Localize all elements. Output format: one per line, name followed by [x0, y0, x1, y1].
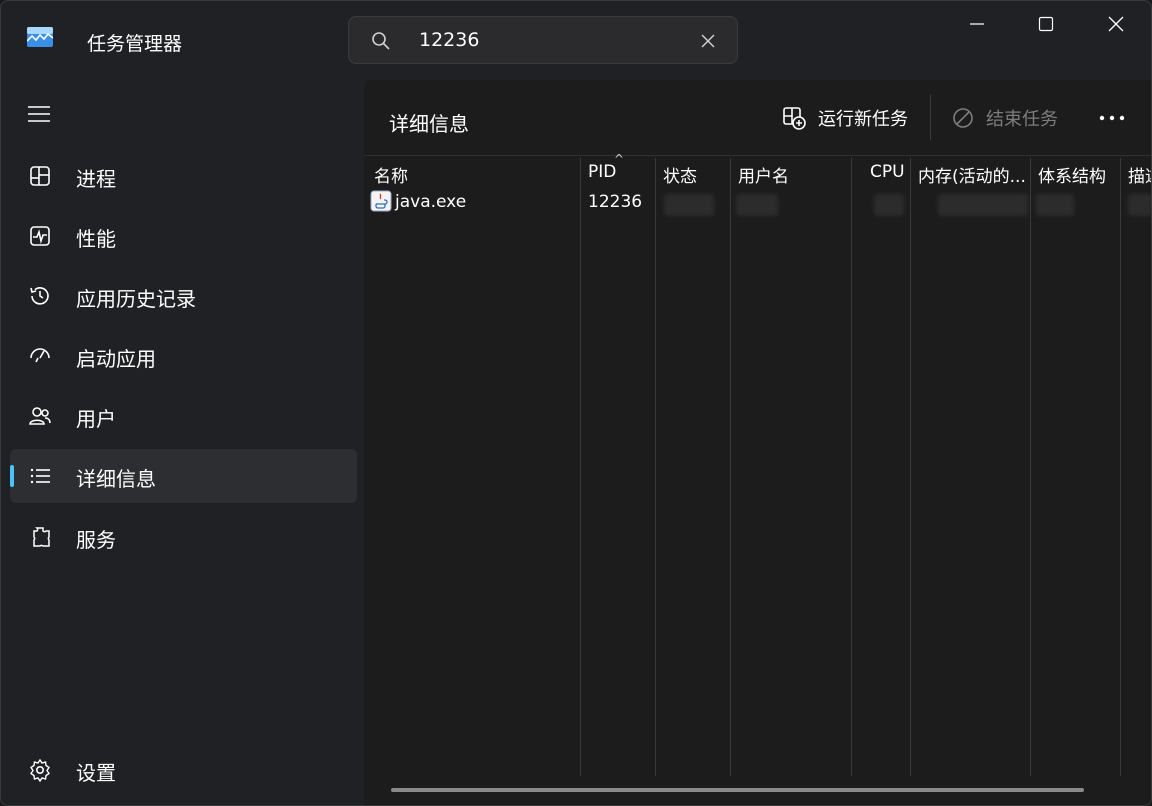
search-icon	[372, 32, 390, 50]
redacted-status-cell	[664, 194, 714, 216]
column-header-pid[interactable]: PID	[588, 162, 652, 182]
history-icon	[30, 287, 49, 305]
active-indicator	[10, 465, 14, 487]
sidebar-item-startup-apps[interactable]: 启动应用	[10, 329, 357, 383]
maximize-button[interactable]	[1011, 1, 1081, 47]
sidebar-item-label: 进程	[76, 167, 116, 191]
run-task-icon	[783, 107, 806, 130]
header-divider	[364, 155, 1151, 156]
column-separator[interactable]	[655, 158, 656, 776]
sidebar-item-label: 设置	[76, 761, 116, 785]
search-input[interactable]: 12236	[419, 29, 479, 51]
sidebar-item-services[interactable]: 服务	[10, 510, 357, 564]
sidebar-item-app-history[interactable]: 应用历史记录	[10, 269, 357, 323]
process-name-cell[interactable]: java.exe	[395, 192, 466, 212]
services-icon	[33, 527, 50, 547]
sidebar-item-label: 服务	[76, 528, 116, 552]
sidebar-item-label: 性能	[76, 227, 116, 251]
hamburger-menu-icon[interactable]	[27, 104, 51, 124]
column-separator[interactable]	[851, 158, 852, 776]
sidebar-item-users[interactable]: 用户	[10, 389, 357, 443]
process-pid-cell[interactable]: 12236	[588, 192, 642, 212]
sidebar-item-details[interactable]: 详细信息	[10, 449, 357, 503]
column-header-username[interactable]: 用户名	[738, 162, 846, 187]
end-task-label: 结束任务	[986, 109, 1058, 130]
maximize-icon	[1038, 16, 1054, 32]
sidebar-item-settings[interactable]: 设置	[10, 743, 357, 797]
column-header-description[interactable]: 描述	[1128, 162, 1151, 187]
gear-icon	[30, 758, 50, 782]
block-icon	[953, 108, 973, 128]
column-header-name[interactable]: 名称	[374, 162, 574, 187]
clear-search-icon[interactable]	[699, 32, 717, 50]
column-separator[interactable]	[730, 158, 731, 776]
sidebar-item-processes[interactable]: 进程	[10, 149, 357, 203]
column-header-status[interactable]: 状态	[663, 162, 727, 187]
column-separator[interactable]	[1120, 158, 1121, 776]
column-header-memory[interactable]: 内存(活动的...	[918, 162, 1028, 187]
sidebar-item-label: 应用历史记录	[76, 287, 196, 311]
performance-icon	[30, 226, 50, 246]
sidebar-item-label: 启动应用	[76, 347, 156, 371]
run-new-task-label: 运行新任务	[818, 109, 908, 130]
users-icon	[29, 407, 51, 425]
horizontal-scrollbar[interactable]	[391, 788, 1084, 792]
task-manager-window: 任务管理器 12236 进程 性能 应用历史记录 启动应用 用户 详细信息 服务…	[0, 0, 1152, 806]
task-manager-logo-icon	[27, 27, 53, 47]
end-task-button[interactable]: 结束任务	[952, 102, 1058, 134]
details-icon	[30, 468, 50, 484]
processes-icon	[30, 166, 50, 186]
redacted-architecture-cell	[1036, 194, 1074, 216]
redacted-username-cell	[736, 194, 778, 216]
close-icon	[1108, 16, 1124, 32]
java-icon	[370, 190, 392, 212]
sidebar-item-label: 详细信息	[76, 467, 156, 491]
sidebar-item-label: 用户	[76, 407, 116, 431]
app-title: 任务管理器	[87, 33, 183, 55]
close-window-button[interactable]	[1081, 1, 1151, 47]
toolbar-divider	[930, 94, 931, 140]
redacted-memory-cell	[938, 194, 1028, 216]
column-header-cpu[interactable]: CPU	[870, 162, 908, 182]
redacted-cpu-cell	[874, 194, 904, 216]
column-header-architecture[interactable]: 体系结构	[1038, 162, 1118, 187]
column-separator[interactable]	[580, 158, 581, 776]
details-panel: 详细信息 运行新任务 结束任务 名称 ^ PID 状态 用户名 CPU 内存(活…	[364, 80, 1151, 805]
column-separator[interactable]	[910, 158, 911, 776]
redacted-description-cell	[1128, 194, 1151, 216]
run-new-task-button[interactable]: 运行新任务	[782, 102, 908, 134]
startup-icon	[30, 348, 50, 363]
page-title: 详细信息	[389, 112, 469, 136]
minimize-icon	[970, 23, 984, 25]
search-box[interactable]: 12236	[348, 16, 738, 64]
more-icon	[1099, 115, 1125, 121]
minimize-button[interactable]	[942, 1, 1012, 47]
sidebar-item-performance[interactable]: 性能	[10, 209, 357, 263]
column-separator[interactable]	[1030, 158, 1031, 776]
more-options-button[interactable]	[1096, 104, 1128, 132]
